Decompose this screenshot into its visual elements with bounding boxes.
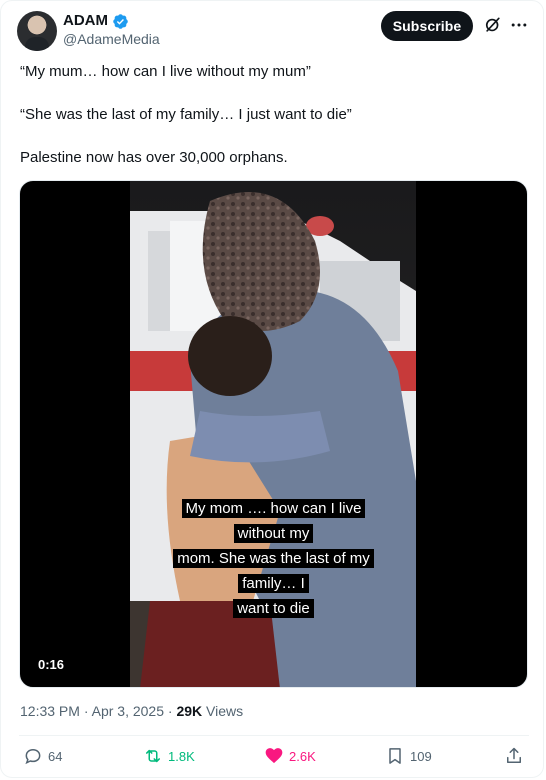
divider bbox=[19, 735, 529, 736]
like-count: 2.6K bbox=[289, 748, 316, 764]
subscribe-button[interactable]: Subscribe bbox=[381, 11, 473, 41]
heart-icon bbox=[265, 748, 283, 764]
author-name[interactable]: ADAM bbox=[63, 12, 108, 30]
repost-button[interactable]: 1.8K bbox=[143, 745, 195, 767]
post-text-line-2: “She was the last of my family… I just w… bbox=[20, 106, 352, 123]
post-text-line-1: “My mum… how can I live without my mum” bbox=[20, 63, 311, 80]
share-icon bbox=[507, 747, 521, 763]
video-caption-line-1: My mom …. how can I live without my bbox=[181, 499, 366, 543]
video-frame: My mom …. how can I live without my mom.… bbox=[130, 181, 416, 687]
grok-icon[interactable] bbox=[483, 15, 503, 35]
repost-count: 1.8K bbox=[168, 748, 195, 764]
video-player[interactable]: My mom …. how can I live without my mom.… bbox=[19, 180, 528, 688]
bookmark-button[interactable]: 109 bbox=[385, 745, 432, 767]
reply-button[interactable]: 64 bbox=[23, 745, 62, 767]
post-date[interactable]: Apr 3, 2025 bbox=[92, 703, 164, 719]
post-meta: 12:33 PM · Apr 3, 2025 · 29K Views bbox=[20, 703, 244, 719]
verified-badge-icon bbox=[113, 13, 128, 29]
video-caption-line-3: want to die bbox=[233, 599, 314, 618]
video-duration: 0:16 bbox=[32, 654, 71, 676]
bookmark-count: 109 bbox=[410, 748, 432, 764]
author-handle[interactable]: @AdameMedia bbox=[63, 31, 160, 47]
video-caption: My mom …. how can I live without my mom.… bbox=[164, 496, 383, 621]
video-caption-line-2: mom. She was the last of my family… I bbox=[173, 549, 374, 593]
views-count: 29K bbox=[176, 703, 203, 719]
reply-count: 64 bbox=[48, 748, 63, 764]
author-name-row[interactable]: ADAM bbox=[63, 12, 129, 30]
avatar[interactable] bbox=[17, 11, 57, 51]
post-time[interactable]: 12:33 PM bbox=[20, 703, 80, 719]
repost-icon bbox=[146, 749, 160, 763]
reply-icon bbox=[25, 748, 41, 765]
views-label: Views bbox=[206, 703, 244, 719]
like-button[interactable]: 2.6K bbox=[264, 745, 316, 767]
share-button[interactable] bbox=[504, 745, 524, 767]
more-icon[interactable] bbox=[509, 15, 529, 35]
post-text-line-3: Palestine now has over 30,000 orphans. bbox=[20, 149, 288, 166]
bookmark-icon bbox=[389, 748, 401, 764]
post-card: ADAM @AdameMedia Subscribe “My mum… how … bbox=[0, 0, 544, 778]
